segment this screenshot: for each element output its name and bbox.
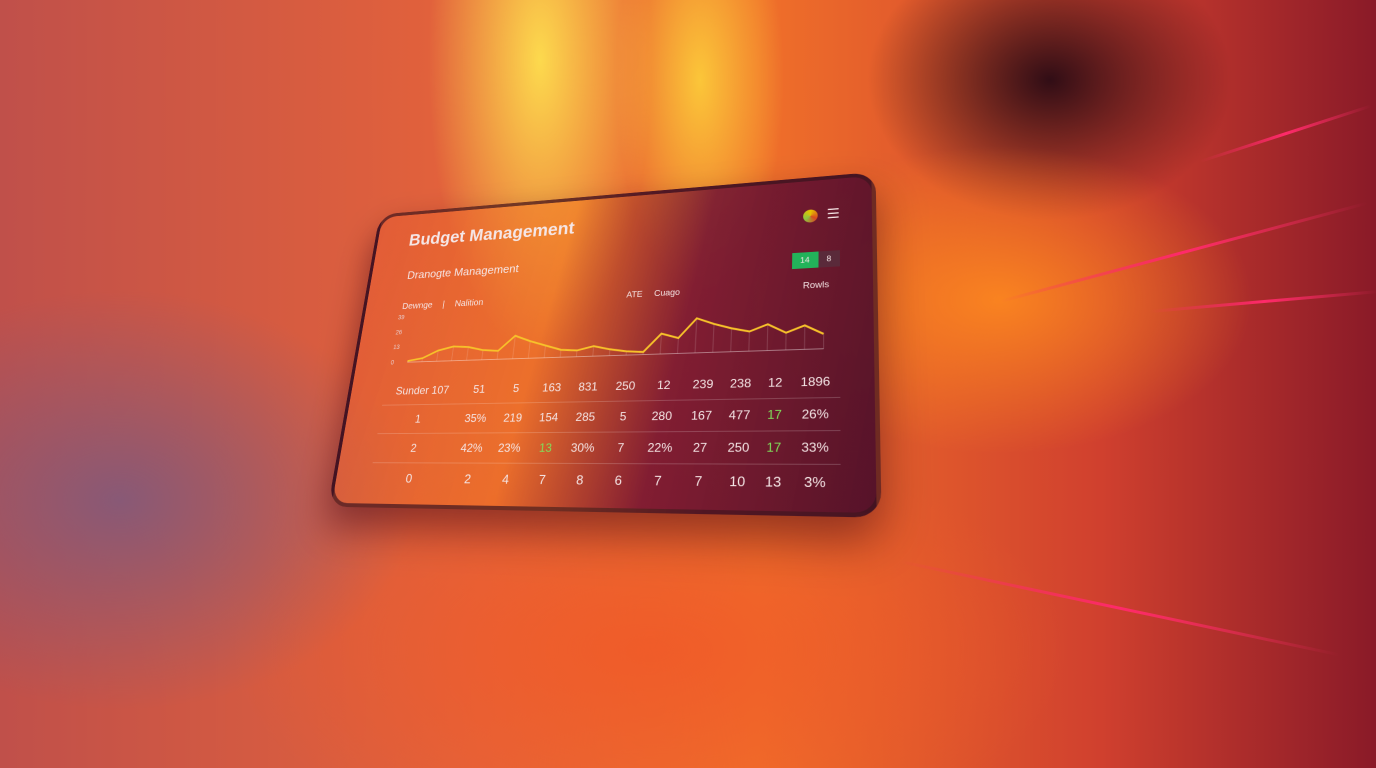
data-table: Sunder 107 51 5 163 831 250 12 239 238 12 1896 1 35%… [368, 365, 841, 500]
y-tick-label: 26 [395, 329, 403, 336]
table-cell: 42% [451, 432, 493, 464]
data-point-22 [767, 324, 768, 350]
data-point-13 [609, 349, 610, 355]
footer-cell: 8 [575, 472, 585, 488]
tab-nalition[interactable]: Nalition [454, 298, 484, 309]
tablet-dashboard: Budget Management ☰ Dranogte Management … [327, 171, 882, 518]
toggle-option-off[interactable]: 8 [817, 250, 840, 268]
data-point-9 [544, 345, 545, 357]
footer-cell: 7 [694, 472, 703, 490]
y-tick-label: 13 [393, 344, 401, 351]
series-line-ate [408, 313, 824, 361]
table-cell: 30% [561, 432, 605, 464]
table-cell: 23% [488, 432, 531, 464]
table-cell: 280 [639, 400, 684, 432]
table-footer-row: 0 2 4 7 8 6 7 7 10 13 3% [368, 463, 841, 500]
table-cell: 7 [601, 431, 640, 464]
data-point-8 [528, 341, 530, 358]
legend-rowls: Rowls [802, 279, 830, 291]
data-point-10 [560, 350, 561, 357]
data-point-5 [482, 350, 483, 360]
footer-cell: 6 [614, 472, 623, 489]
data-point-21 [749, 332, 750, 352]
data-point-20 [731, 328, 732, 351]
table-cell: 12 [642, 369, 686, 401]
page-title: Budget Management [407, 219, 576, 250]
table-cell: 219 [492, 402, 534, 433]
y-tick-label: 0 [390, 359, 395, 366]
table-cell: Sunder 107 [382, 375, 463, 406]
legend-ate: ATE [626, 289, 643, 300]
table-cell: 238 [721, 367, 761, 400]
footer-cell: 13 [764, 473, 782, 490]
y-tick-label: 39 [397, 314, 405, 321]
table-cell: 26% [790, 397, 841, 431]
table-cell: 167 [681, 399, 722, 432]
legend-cuago: Cuago [653, 287, 681, 298]
table-cell: 17 [757, 430, 791, 465]
table-cell: 154 [530, 402, 568, 433]
table-row: 2 42% 23% 13 30% 7 22% 27 250 17 33% [372, 430, 841, 465]
table-cell: 163 [533, 372, 570, 403]
table-cell: 33% [789, 430, 841, 465]
footer-cell: 7 [537, 471, 547, 488]
data-point-12 [593, 346, 594, 356]
table-cell: 27 [680, 431, 720, 464]
footer-cell: 2 [463, 471, 472, 487]
table-cell: 831 [567, 371, 610, 403]
footer-cell: 10 [729, 473, 746, 490]
data-point-18 [695, 318, 697, 353]
table-cell: 5 [495, 373, 537, 404]
data-point-17 [677, 338, 678, 353]
section-subtitle: Dranogte Management [406, 261, 520, 282]
logo-icon [803, 208, 819, 223]
toggle-option-on[interactable]: 14 [791, 251, 819, 270]
table-cell: 250 [606, 370, 645, 402]
footer-cell: 4 [501, 471, 510, 487]
data-point-2 [437, 351, 439, 362]
data-point-4 [467, 347, 469, 360]
data-point-6 [497, 351, 498, 359]
table-cell: 285 [564, 401, 607, 433]
light-streak [1199, 104, 1372, 163]
table-cell: 51 [459, 374, 500, 404]
light-streak [1149, 289, 1376, 313]
footer-cell: 0 [404, 471, 414, 486]
light-streak [899, 560, 1341, 657]
data-point-16 [660, 334, 661, 354]
data-point-11 [576, 350, 577, 356]
data-point-19 [713, 324, 714, 352]
tab-dewnge[interactable]: Dewnge [401, 301, 433, 312]
table-cell: 12 [759, 366, 792, 399]
data-point-7 [513, 336, 516, 359]
footer-cell: 7 [653, 472, 663, 489]
table-cell: 17 [758, 398, 791, 432]
table-cell: 13 [526, 432, 565, 464]
table-cell: 35% [455, 403, 496, 434]
table-cell: 5 [604, 400, 643, 433]
light-streak [999, 201, 1368, 303]
table-cell: 2 [372, 433, 456, 463]
hamburger-menu-icon[interactable]: ☰ [827, 206, 840, 223]
table-cell: 1 [377, 403, 460, 434]
table-cell: 477 [719, 398, 760, 432]
tab-separator: | [441, 300, 446, 310]
table-cell: 239 [683, 368, 723, 401]
table-cell: 250 [718, 431, 759, 465]
table-cell: 22% [637, 431, 682, 464]
table-cell: 1896 [790, 365, 841, 399]
view-toggle[interactable]: 14 8 [791, 250, 840, 270]
data-point-3 [452, 346, 454, 360]
footer-cell: 3% [803, 473, 826, 491]
